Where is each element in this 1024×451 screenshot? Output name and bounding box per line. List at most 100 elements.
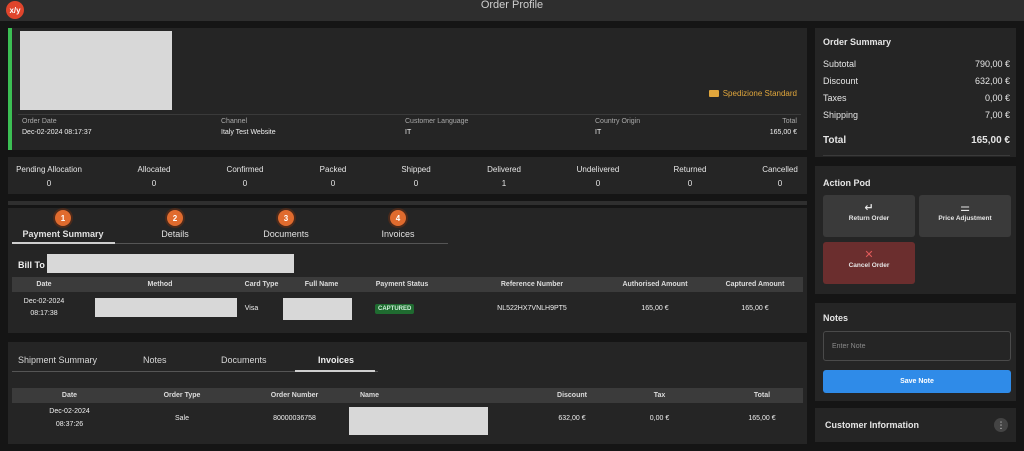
row-time: 08:17:38 bbox=[30, 310, 58, 317]
status-count: 0 bbox=[330, 179, 336, 188]
price-adjustment-button[interactable]: ⚌ Price Adjustment bbox=[919, 195, 1011, 237]
row-date: Dec-02-2024 bbox=[49, 408, 90, 415]
column-header: Date bbox=[36, 281, 52, 288]
status-label: Undelivered bbox=[576, 165, 620, 174]
tab-invoices[interactable]: 4 Invoices bbox=[343, 208, 453, 239]
summary-value: 790,00 € bbox=[974, 59, 1010, 69]
summary-value: 632,00 € bbox=[974, 76, 1010, 86]
status-label: Shipped bbox=[401, 165, 431, 174]
notes-card: Notes Save Note bbox=[815, 303, 1016, 401]
row-order-type: Sale bbox=[174, 415, 189, 422]
shipping-method-label: Spedizione Standard bbox=[722, 89, 797, 98]
step-badge: 4 bbox=[390, 210, 406, 226]
meta-value: 165,00 € bbox=[769, 129, 797, 136]
column-header: Captured Amount bbox=[725, 281, 785, 288]
status-label: Pending Allocation bbox=[16, 165, 82, 174]
summary-label: Subtotal bbox=[823, 59, 857, 69]
row-order-number[interactable]: 80000036758 bbox=[247, 415, 342, 422]
tab-payment-summary[interactable]: 1 Payment Summary bbox=[8, 208, 118, 239]
redacted-bill-to-address bbox=[47, 254, 294, 273]
row-authorised-amount: 165,00 € bbox=[641, 305, 669, 312]
redacted-customer-block bbox=[20, 31, 172, 110]
meta-label: Channel bbox=[221, 118, 248, 125]
status-label: Allocated bbox=[137, 165, 171, 174]
meta-channel: Channel Italy Test Website bbox=[221, 118, 276, 136]
status-count: 0 bbox=[242, 179, 248, 188]
column-header: Card Type bbox=[244, 281, 279, 288]
summary-row-taxes: Taxes 0,00 € bbox=[823, 93, 1010, 103]
column-header: Tax bbox=[653, 392, 666, 399]
notes-title: Notes bbox=[823, 313, 849, 323]
order-summary-title: Order Summary bbox=[823, 37, 892, 47]
invoice-table-header: Date Order Type Order Number Name Discou… bbox=[12, 388, 803, 403]
meta-label: Order Date bbox=[22, 118, 57, 125]
tab-documents[interactable]: 3 Documents bbox=[231, 208, 341, 239]
more-options-icon[interactable]: ⋮ bbox=[994, 418, 1008, 432]
note-input[interactable] bbox=[823, 331, 1011, 361]
summary-value: 165,00 € bbox=[971, 135, 1010, 146]
meta-label: Customer Language bbox=[405, 118, 469, 125]
summary-label: Shipping bbox=[823, 110, 859, 120]
row-tax: 0,00 € bbox=[649, 415, 670, 422]
table-row[interactable]: Dec-02-2024 08:37:26 Sale 80000036758 63… bbox=[12, 407, 803, 435]
column-header: Full Name bbox=[304, 281, 339, 288]
sliders-icon: ⚌ bbox=[960, 202, 970, 214]
payment-tabs: 1 Payment Summary 2 Details 3 Documents … bbox=[8, 208, 448, 244]
status-delivered: Delivered 1 bbox=[459, 165, 549, 188]
summary-label: Discount bbox=[823, 76, 859, 86]
tab-label: Documents bbox=[263, 229, 309, 239]
cancel-order-button[interactable]: ✕ Cancel Order bbox=[823, 242, 915, 284]
truck-icon bbox=[708, 90, 719, 97]
step-badge: 2 bbox=[167, 210, 183, 226]
tab-notes[interactable]: Notes bbox=[143, 355, 167, 365]
column-header: Method bbox=[147, 281, 173, 288]
status-undelivered: Undelivered 0 bbox=[553, 165, 643, 188]
tab-details[interactable]: 2 Details bbox=[120, 208, 230, 239]
status-pending-allocation: Pending Allocation 0 bbox=[4, 165, 94, 188]
bill-to-label: Bill To bbox=[18, 260, 45, 270]
tab-shipment-summary[interactable]: Shipment Summary bbox=[18, 355, 97, 365]
table-row[interactable]: Dec-02-2024 08:17:38 Visa CAPTURED NL522… bbox=[12, 298, 803, 324]
tab-invoices[interactable]: Invoices bbox=[318, 355, 354, 365]
meta-order-date: Order Date Dec-02-2024 08:17:37 bbox=[22, 118, 92, 136]
customer-information-title: Customer Information bbox=[825, 420, 920, 430]
column-header: Discount bbox=[557, 392, 587, 399]
order-summary-card: Order Summary Subtotal 790,00 € Discount 6… bbox=[815, 28, 1016, 157]
status-count: 0 bbox=[687, 179, 693, 188]
summary-row-total: Total 165,00 € bbox=[823, 135, 1010, 146]
row-discount: 632,00 € bbox=[558, 415, 586, 422]
status-packed: Packed 0 bbox=[288, 165, 378, 188]
fulfilment-status-bar: Pending Allocation 0 Allocated 0 Confirmed… bbox=[8, 157, 807, 194]
payment-panel: 1 Payment Summary 2 Details 3 Documents … bbox=[8, 208, 807, 333]
status-returned: Returned 0 bbox=[645, 165, 735, 188]
summary-row-shipping: Shipping 7,00 € bbox=[823, 110, 1010, 120]
meta-value: IT bbox=[595, 129, 602, 136]
button-label: Cancel Order bbox=[848, 262, 890, 269]
summary-label: Total bbox=[823, 135, 847, 146]
status-label: Cancelled bbox=[762, 165, 798, 174]
row-total: 165,00 € bbox=[748, 415, 776, 422]
status-count: 0 bbox=[777, 179, 783, 188]
customer-information-card[interactable]: Customer Information ⋮ bbox=[815, 408, 1016, 442]
return-arrow-icon: ↵ bbox=[864, 202, 874, 214]
row-reference: NL522HX7VNLH9PT5 bbox=[497, 305, 567, 312]
column-header: Date bbox=[61, 392, 78, 399]
section-divider bbox=[8, 201, 807, 205]
status-confirmed: Confirmed 0 bbox=[200, 165, 290, 188]
shipping-method-tag: Spedizione Standard bbox=[708, 89, 797, 98]
redacted-method bbox=[95, 298, 237, 317]
step-badge: 3 bbox=[278, 210, 294, 226]
column-header: Authorised Amount bbox=[622, 281, 688, 288]
column-header: Name bbox=[359, 392, 380, 399]
save-note-button[interactable]: Save Note bbox=[823, 370, 1011, 393]
status-count: 1 bbox=[501, 179, 507, 188]
meta-customer-language: Customer Language IT bbox=[405, 118, 468, 136]
return-order-button[interactable]: ↵ Return Order bbox=[823, 195, 915, 237]
column-header: Payment Status bbox=[375, 281, 429, 288]
status-allocated: Allocated 0 bbox=[109, 165, 199, 188]
payment-table-header: Date Method Card Type Full Name Payment … bbox=[12, 277, 803, 292]
status-count: 0 bbox=[151, 179, 157, 188]
tab-documents[interactable]: Documents bbox=[221, 355, 267, 365]
row-captured-amount: 165,00 € bbox=[741, 305, 769, 312]
row-time: 08:37:26 bbox=[55, 421, 84, 428]
